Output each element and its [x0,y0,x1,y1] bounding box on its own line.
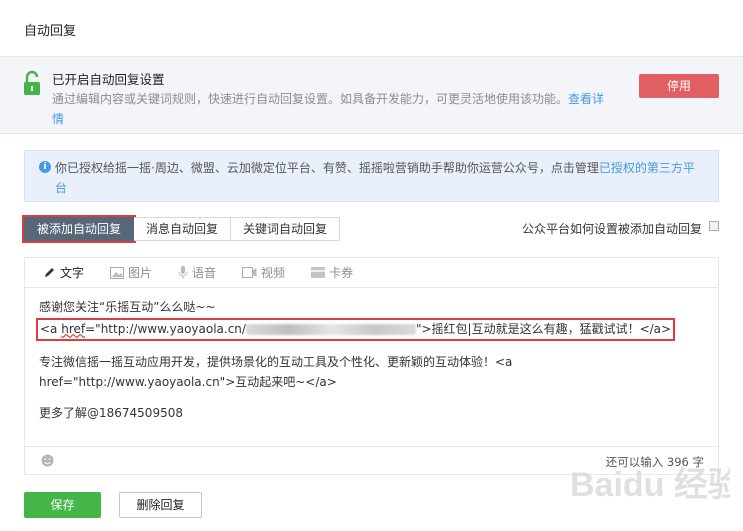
tab-keyword-auto-reply[interactable]: 关键词自动回复 [231,217,341,241]
editor-toolbar: 文字 图片 语音 视频 卡券 [25,258,718,288]
notice-text: 你已授权给摇一摇·周边、微盟、云加微定位平台、有赞、摇摇啦营销助手帮助你运营公众… [55,158,700,198]
unlocked-padlock-icon [24,70,40,95]
tool-voice[interactable]: 语音 [178,264,216,281]
content-line-3: 专注微信摇一摇互动应用开发，提供场景化的互动工具及个性化、更新颖的互动体验！<a… [39,355,513,389]
tool-image[interactable]: 图片 [110,264,152,281]
content-line-2: <a href="http://www.yaoyaola.cn/ ">摇红包|互动… [36,317,709,341]
tool-text[interactable]: 文字 [43,264,84,281]
watermark-text: Baidu 经验 [570,465,730,504]
microphone-icon [178,266,188,279]
code-url: ="http://www.yaoyaola.cn/ [85,321,246,336]
highlighted-link-code: <a href="http://www.yaoyaola.cn/ ">摇红包|互动… [36,317,676,341]
tool-card-label: 卡券 [329,266,354,280]
tool-card[interactable]: 卡券 [311,264,353,281]
reply-type-tabs: 被添加自动回复 消息自动回复 关键词自动回复 [21,215,341,243]
image-icon [110,266,125,279]
pencil-icon [45,268,54,277]
status-panel: 已开启自动回复设置 通过编辑内容或关键词规则，快速进行自动回复设置。如具备开发能… [0,56,743,134]
disable-button[interactable]: 停用 [639,74,719,98]
tool-video-label: 视频 [261,266,286,280]
notice-message: 你已授权给摇一摇·周边、微盟、云加微定位平台、有赞、摇摇啦营销助手帮助你运营公众… [55,161,599,175]
info-icon: i [39,161,51,173]
status-description-text: 通过编辑内容或关键词规则，快速进行自动回复设置。如具备开发能力，可更灵活地使用该… [52,92,569,106]
status-description: 通过编辑内容或关键词规则，快速进行自动回复设置。如具备开发能力，可更灵活地使用该… [52,89,612,129]
page-title: 自动回复 [24,24,77,39]
delete-reply-button[interactable]: 删除回复 [119,492,202,518]
emoji-icon[interactable] [41,454,54,467]
baidu-jingyan-watermark: Baidu 经验 [570,465,730,504]
reply-editor: 文字 图片 语音 视频 卡券 感谢您关注“乐摇互动”么么哒~~ <a href=… [24,257,719,475]
help-icon[interactable] [709,221,719,231]
code-link-text: ">摇红包|互动就是这么有趣，猛戳试试！</a> [415,321,672,336]
card-icon [311,267,326,278]
tool-voice-label: 语音 [192,266,217,280]
code-href-attr: href [61,321,86,336]
tab-added-auto-reply[interactable]: 被添加自动回复 [21,215,137,243]
tab-message-auto-reply[interactable]: 消息自动回复 [134,217,232,241]
code-open-tag: <a [40,321,62,336]
tool-image-label: 图片 [128,266,153,280]
tool-text-label: 文字 [60,266,85,280]
content-line-4: 更多了解@18674509508 [39,406,183,420]
tool-video[interactable]: 视频 [242,264,285,281]
video-icon [242,267,257,278]
redacted-url-part [245,323,416,335]
save-button[interactable]: 保存 [24,492,101,518]
help-link[interactable]: 公众平台如何设置被添加自动回复 [522,220,702,237]
content-line-1: 感谢您关注“乐摇互动”么么哒~~ [39,300,216,314]
reply-content[interactable]: 感谢您关注“乐摇互动”么么哒~~ <a href="http://www.yao… [36,298,709,424]
authorization-notice: i 你已授权给摇一摇·周边、微盟、云加微定位平台、有赞、摇摇啦营销助手帮助你运营… [24,150,719,202]
status-title: 已开启自动回复设置 [52,72,165,87]
